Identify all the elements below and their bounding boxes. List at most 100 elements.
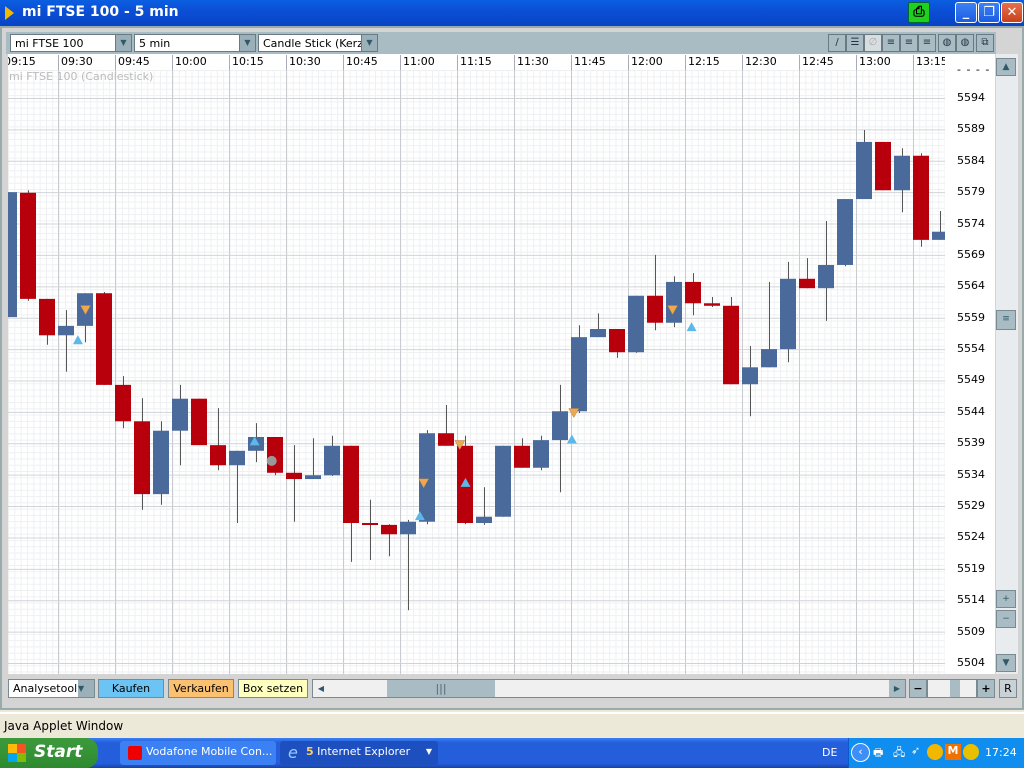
start-button[interactable]: Start — [0, 738, 98, 768]
grid-lines-2-icon[interactable]: ≡ — [900, 34, 918, 52]
scroll-up-icon[interactable]: ▲ — [996, 58, 1016, 76]
vertical-scrollbar[interactable]: ▲ ≡ + − ▼ — [996, 54, 1018, 674]
time-tick-label: 09:30 — [58, 55, 93, 70]
candle-up — [742, 367, 758, 385]
candle-down — [799, 278, 815, 289]
horizontal-scrollbar[interactable]: ◀ ||| ▶ — [312, 679, 906, 698]
show-hidden-icons-icon[interactable]: ‹ — [851, 743, 870, 762]
zoom-in-icon[interactable]: ◍ — [938, 34, 956, 52]
sell-marker-icon — [568, 408, 580, 419]
zoom-slider-thumb[interactable] — [950, 680, 960, 697]
horizontal-line-icon[interactable]: ☰ — [846, 34, 864, 52]
chart-legend: mi FTSE 100 (Candlestick) — [9, 70, 154, 83]
clock[interactable]: 17:24 — [985, 746, 1017, 759]
scroll-down-icon[interactable]: ▼ — [996, 654, 1016, 672]
scroll-right-icon[interactable]: ▶ — [889, 680, 905, 697]
minimize-button[interactable]: _ — [955, 2, 977, 23]
scroll-thumb[interactable]: ≡ — [996, 310, 1016, 330]
app-icon — [5, 6, 14, 20]
candle-down — [913, 155, 929, 240]
time-tick-label: 12:45 — [799, 55, 834, 70]
draw-line-icon[interactable]: / — [828, 34, 846, 52]
candle-up — [324, 445, 340, 476]
scroll-minus-button[interactable]: − — [996, 610, 1016, 628]
candle-down — [647, 295, 663, 323]
candlestick-chart[interactable]: mi FTSE 100 (Candlestick) — [8, 70, 945, 674]
printer-icon[interactable]: ⎙ — [908, 2, 930, 23]
chart-toolbar: mi FTSE 100 ▼ 5 min ▼ Candle Stick (Kerzen… — [6, 32, 996, 54]
buy-button[interactable]: Kaufen — [98, 679, 164, 698]
globe-icon[interactable] — [927, 744, 943, 760]
candle-up — [628, 295, 644, 353]
price-tick-label: 5509 — [957, 624, 985, 638]
taskbar-item-vodafone[interactable]: Vodafone Mobile Con... — [120, 741, 276, 765]
scroll-plus-button[interactable]: + — [996, 590, 1016, 608]
candle-down — [96, 293, 112, 385]
taskbar-item-ie[interactable]: e5 Internet Explorer ▼ — [280, 741, 438, 765]
network-icon[interactable]: 🖧 — [893, 744, 905, 763]
system-tray: ‹ 🖶 🖧 ➶ M 17:24 — [848, 738, 1024, 768]
candle-up — [58, 325, 74, 336]
price-tick-label: 5544 — [957, 404, 985, 418]
price-tick-label: 5584 — [957, 153, 985, 167]
status-text: Java Applet Window — [4, 719, 124, 733]
time-tick-label: 10:30 — [286, 55, 321, 70]
instrument-select[interactable]: mi FTSE 100 ▼ — [10, 34, 132, 52]
candle-down — [362, 523, 378, 526]
candle-up — [894, 155, 910, 191]
candle-down — [723, 305, 739, 385]
reset-button[interactable]: R — [999, 679, 1017, 698]
sell-button[interactable]: Verkaufen — [168, 679, 234, 698]
analysis-tool-select[interactable]: Analysetool ▼ — [8, 679, 95, 698]
task-label: Vodafone Mobile Con... — [146, 745, 273, 758]
price-tick-label: 5554 — [957, 342, 985, 356]
chevron-down-icon[interactable]: ▼ — [115, 35, 131, 51]
candle-up — [153, 430, 169, 495]
chart-type-value: Candle Stick (Kerzen — [263, 37, 377, 50]
scroll-left-icon[interactable]: ◀ — [313, 680, 329, 697]
interval-select[interactable]: 5 min ▼ — [134, 34, 256, 52]
security-icon[interactable] — [963, 744, 979, 760]
language-indicator[interactable]: DE — [822, 746, 837, 759]
task-label: Internet Explorer — [317, 745, 411, 758]
vodafone-icon — [128, 746, 142, 760]
detach-window-icon[interactable]: ⧉ — [976, 34, 994, 52]
delete-drawing-icon[interactable]: ∅ — [864, 34, 882, 52]
box-button[interactable]: Box setzen — [238, 679, 308, 698]
zoom-plus-button[interactable]: + — [977, 679, 995, 698]
chevron-down-icon[interactable]: ▼ — [361, 35, 377, 51]
zoom-minus-button[interactable]: − — [909, 679, 927, 698]
candle-down — [381, 524, 397, 535]
candle-down — [704, 303, 720, 306]
zoom-slider[interactable] — [927, 679, 977, 698]
chart-type-select[interactable]: Candle Stick (Kerzen ▼ — [258, 34, 378, 52]
price-tick-label: 5504 — [957, 656, 985, 669]
candle-down — [438, 433, 454, 446]
price-tick-label: 5564 — [957, 279, 985, 293]
candle-up — [495, 445, 511, 517]
candle-up — [8, 192, 17, 318]
zoom-out-icon[interactable]: ◍ — [956, 34, 974, 52]
ie-icon: e — [288, 743, 298, 762]
chevron-down-icon[interactable]: ▼ — [78, 680, 94, 697]
grid-lines-icon[interactable]: ≡ — [882, 34, 900, 52]
rocket-icon[interactable]: ➶ — [911, 744, 920, 757]
time-tick-label: 13:15 — [913, 55, 945, 70]
buy-marker-icon — [686, 322, 697, 332]
scroll-thumb-horizontal[interactable]: ||| — [387, 680, 495, 697]
chevron-down-icon[interactable]: ▼ — [426, 741, 432, 763]
price-tick-label: 5549 — [957, 373, 985, 387]
m-app-icon[interactable]: M — [945, 744, 961, 760]
price-tick-label: 5519 — [957, 561, 985, 575]
candle-down — [685, 281, 701, 304]
close-button[interactable]: ✕ — [1001, 2, 1023, 23]
taskbar: Start Vodafone Mobile Con... e5 Internet… — [0, 738, 1024, 768]
grid-lines-3-icon[interactable]: ≡ — [918, 34, 936, 52]
time-tick-label: 09:45 — [115, 55, 150, 70]
price-tick-label: 5589 — [957, 122, 985, 136]
restore-button[interactable]: ❐ — [978, 2, 1000, 23]
chevron-down-icon[interactable]: ▼ — [239, 35, 255, 51]
interval-value: 5 min — [139, 37, 171, 50]
printer-tray-icon[interactable]: 🖶 — [873, 744, 883, 763]
time-tick-label: 12:15 — [685, 55, 720, 70]
